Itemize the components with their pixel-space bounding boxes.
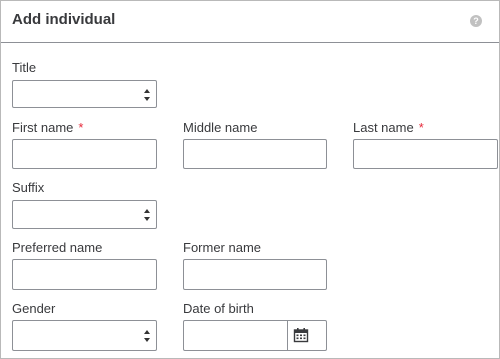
dob-label: Date of birth [183, 301, 254, 316]
gender-select[interactable] [12, 320, 157, 351]
add-individual-dialog: Add individual ? Title First name * Middl… [0, 0, 500, 359]
preferred-name-field[interactable] [12, 259, 157, 290]
preferred-name-label: Preferred name [12, 240, 103, 255]
question-circle-icon[interactable]: ? [470, 15, 482, 27]
title-label: Title [12, 60, 37, 75]
last-name-field[interactable] [353, 139, 498, 169]
middle-name-field[interactable] [183, 139, 327, 169]
select-arrows-icon [144, 330, 151, 342]
dialog-title: Add individual [12, 11, 116, 28]
former-name-label: Former name [183, 240, 262, 255]
calendar-icon[interactable] [293, 327, 309, 343]
dialog-header: Add individual ? [1, 1, 499, 43]
first-name-label: First name * [12, 120, 84, 135]
suffix-label: Suffix [12, 180, 45, 195]
required-asterisk: * [78, 120, 84, 135]
last-name-label: Last name * [353, 120, 424, 135]
dob-divider [287, 321, 288, 350]
required-asterisk: * [418, 120, 424, 135]
title-select[interactable] [12, 80, 157, 108]
dob-field[interactable] [183, 320, 327, 351]
suffix-select[interactable] [12, 200, 157, 229]
gender-label: Gender [12, 301, 56, 316]
select-arrows-icon [144, 209, 151, 221]
select-arrows-icon [144, 89, 151, 101]
first-name-field[interactable] [12, 139, 157, 169]
middle-name-label: Middle name [183, 120, 258, 135]
former-name-field[interactable] [183, 259, 327, 290]
